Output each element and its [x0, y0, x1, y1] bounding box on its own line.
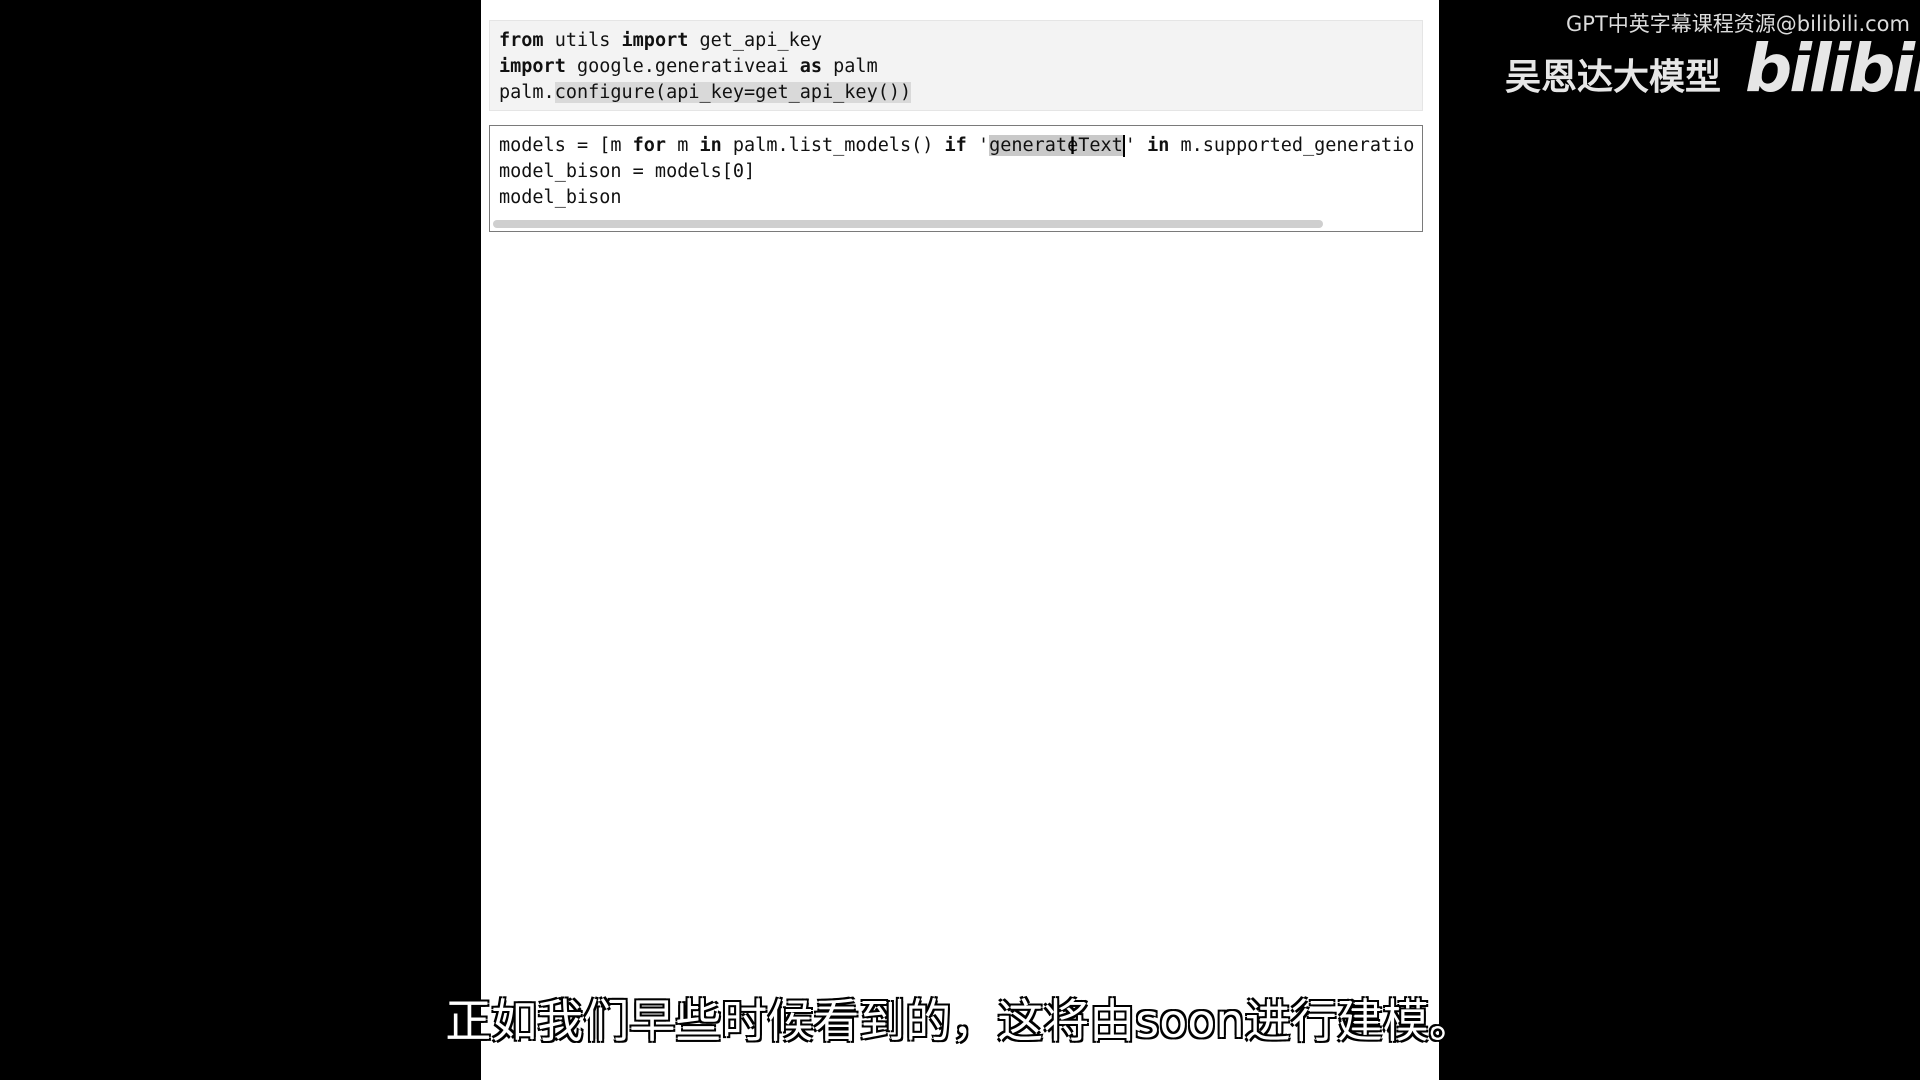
- code-text: palm.list_models(): [721, 135, 945, 156]
- keyword: for: [632, 135, 667, 156]
- code-line: model_bison = models[0]: [499, 161, 756, 182]
- keyword: in: [699, 135, 722, 156]
- watermark-brand: 吴恩达大模型: [1505, 57, 1722, 98]
- notebook-page: from utils import get_api_key import goo…: [481, 0, 1439, 1080]
- code-text: palm.: [499, 82, 555, 103]
- code-text: models = [m: [499, 135, 633, 156]
- selected-text: generat: [989, 135, 1068, 156]
- code-text: get_api_key: [688, 30, 823, 51]
- code-text: m.supported_generatio: [1169, 135, 1415, 156]
- code-line: palm.configure(api_key=get_api_key()): [499, 80, 1413, 106]
- keyword: in: [1147, 135, 1170, 156]
- keyword: from: [499, 30, 544, 51]
- code-cell-imports[interactable]: from utils import get_api_key import goo…: [489, 20, 1423, 111]
- code-text: palm: [822, 56, 878, 77]
- code-text: m: [666, 135, 700, 156]
- code-line: model_bison: [499, 187, 622, 208]
- keyword: as: [799, 56, 823, 77]
- code-text: google.generativeai: [565, 56, 800, 77]
- code-cell-models[interactable]: models = [m for m in palm.list_models() …: [489, 125, 1423, 232]
- keyword: import: [621, 30, 689, 51]
- keyword: if: [944, 135, 967, 156]
- ibeam-cursor-icon: I: [1069, 132, 1077, 160]
- code-text: ': [966, 135, 990, 156]
- code-text: ': [1124, 135, 1148, 156]
- keyword: import: [499, 56, 566, 77]
- code-line: from utils import get_api_key: [499, 28, 1413, 54]
- highlighted-code: configure(api_key=get_api_key()): [554, 82, 912, 103]
- code-line: import google.generativeai as palm: [499, 54, 1413, 80]
- horizontal-scrollbar[interactable]: [493, 220, 1323, 228]
- bilibili-logo: bilibili: [1745, 30, 1920, 107]
- video-subtitle: 正如我们早些时候看到的，这将由soon进行建模。: [445, 994, 1475, 1048]
- code-text: utils: [543, 30, 622, 51]
- code-line: models = [m for m in palm.list_models() …: [499, 133, 1415, 159]
